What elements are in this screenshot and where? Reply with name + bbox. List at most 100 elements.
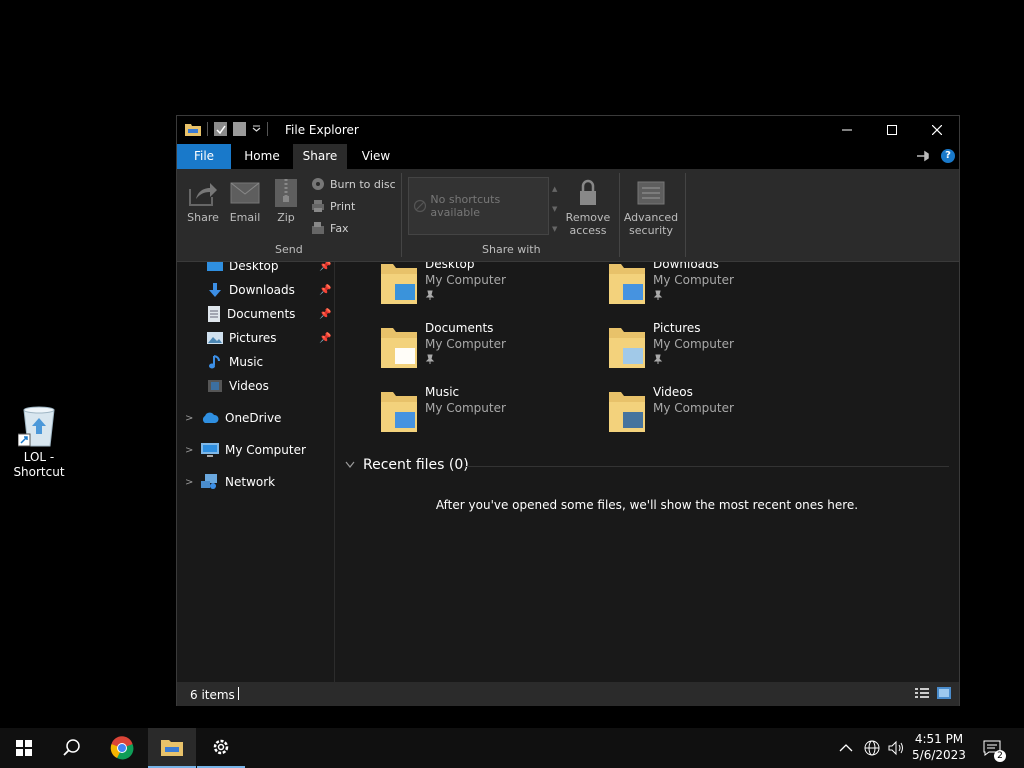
video-icon — [208, 380, 222, 392]
properties-icon[interactable] — [214, 122, 227, 136]
nav-item-documents[interactable]: Documents 📌 — [207, 303, 331, 325]
share-with-scroll[interactable]: ▲ ▼ ▼ — [552, 179, 557, 239]
burn-label: Burn to disc — [330, 177, 396, 191]
nav-item-onedrive[interactable]: > OneDrive — [185, 407, 281, 429]
recent-files-title: Recent files (0) — [363, 457, 469, 473]
nav-label: Downloads — [229, 283, 295, 297]
desktop-shortcut-label: LOL - Shortcut — [13, 450, 65, 479]
nav-item-downloads[interactable]: Downloads 📌 — [207, 279, 331, 301]
details-view-icon[interactable] — [915, 687, 929, 699]
nav-item-desktop[interactable]: Desktop 📌 — [207, 262, 331, 277]
folder-icon — [609, 328, 645, 368]
folder-location: My Computer — [425, 401, 506, 415]
quick-access-toolbar — [185, 122, 268, 136]
nav-label: Pictures — [229, 331, 277, 345]
taskbar-file-explorer[interactable] — [148, 728, 196, 768]
print-button[interactable]: Print — [311, 199, 355, 213]
action-center-button[interactable] — [970, 728, 1014, 768]
taskbar-settings[interactable] — [197, 728, 245, 768]
clock[interactable]: 4:51 PM 5/6/2023 — [908, 731, 970, 763]
pin-icon — [425, 290, 435, 300]
folder-tile[interactable]: Music My Computer — [379, 385, 599, 448]
folder-location: My Computer — [425, 273, 506, 287]
desktop-shortcut-lol[interactable]: LOL - Shortcut — [8, 404, 70, 480]
file-explorer-window: File Explorer File Home Share View ? Sha… — [176, 115, 960, 706]
taskbar-chrome[interactable] — [98, 728, 146, 768]
music-note-icon — [209, 355, 220, 369]
close-icon — [932, 125, 942, 135]
onedrive-cloud-icon — [202, 412, 219, 423]
folder-tile[interactable]: Videos My Computer — [607, 385, 827, 448]
pin-icon — [653, 290, 663, 300]
gear-icon — [213, 739, 229, 755]
search-button[interactable] — [48, 728, 96, 768]
email-button[interactable]: Email — [229, 175, 261, 224]
share-with-group-label: Share with — [482, 243, 541, 256]
content-pane: Desktop My Computer Downloads My Computer Do… — [335, 262, 959, 682]
chrome-icon — [110, 736, 134, 760]
maximize-icon — [887, 125, 897, 135]
clock-time: 4:51 PM — [914, 732, 964, 746]
nav-item-network[interactable]: > Network — [185, 471, 275, 493]
help-icon[interactable]: ? — [941, 149, 955, 163]
pin-ribbon-icon[interactable] — [917, 149, 931, 163]
nav-item-music[interactable]: Music — [207, 351, 263, 373]
share-with-list[interactable]: No shortcuts available — [408, 177, 549, 235]
nav-label: Documents — [227, 307, 296, 321]
chevron-down-icon[interactable] — [252, 125, 261, 134]
tab-home[interactable]: Home — [237, 144, 287, 169]
folder-name: Downloads — [653, 262, 719, 271]
pin-icon: 📌 — [319, 308, 332, 320]
minimize-button[interactable] — [824, 116, 870, 144]
chevron-right-icon[interactable]: > — [185, 445, 195, 456]
chevron-right-icon[interactable]: > — [185, 477, 195, 488]
large-icons-view-icon[interactable] — [937, 687, 951, 699]
globe-network-icon[interactable] — [864, 740, 880, 756]
start-button[interactable] — [0, 728, 48, 768]
download-arrow-icon — [209, 283, 221, 297]
volume-icon[interactable] — [888, 740, 904, 756]
pin-icon: 📌 — [319, 332, 332, 344]
title-bar: File Explorer — [177, 116, 959, 144]
new-folder-icon[interactable] — [233, 122, 246, 136]
share-icon — [189, 183, 217, 206]
share-button[interactable]: Share — [187, 175, 219, 224]
fax-icon — [312, 222, 324, 234]
nav-label: Music — [229, 355, 264, 369]
tab-view[interactable]: View — [353, 144, 399, 169]
close-button[interactable] — [914, 116, 960, 144]
folder-icon — [381, 328, 417, 368]
maximize-button[interactable] — [869, 116, 915, 144]
nav-item-videos[interactable]: Videos — [207, 375, 269, 397]
fax-button[interactable]: Fax — [311, 221, 349, 235]
chevron-right-icon[interactable]: > — [185, 413, 195, 424]
folder-location: My Computer — [653, 337, 734, 351]
folder-name: Desktop — [425, 262, 475, 271]
ribbon-tabs: File Home Share View ? — [177, 144, 959, 169]
nav-item-my-computer[interactable]: > My Computer — [185, 439, 306, 461]
folder-tile[interactable]: Downloads My Computer — [607, 262, 827, 320]
search-icon — [63, 739, 80, 756]
folder-name: Music — [425, 385, 460, 399]
tab-share[interactable]: Share — [293, 144, 347, 169]
zip-button[interactable]: Zip — [273, 175, 299, 224]
folder-tile[interactable]: Pictures My Computer — [607, 321, 827, 384]
advanced-security-button[interactable]: Advanced security — [623, 175, 679, 237]
folder-tile[interactable]: Desktop My Computer — [379, 262, 599, 320]
remove-access-button[interactable]: Remove access — [565, 175, 611, 237]
burn-to-disc-button[interactable]: Burn to disc — [311, 177, 396, 191]
notification-count-badge: 2 — [994, 750, 1006, 762]
folder-location: My Computer — [653, 401, 734, 415]
print-label: Print — [330, 199, 356, 213]
nav-item-pictures[interactable]: Pictures 📌 — [207, 327, 331, 349]
pin-icon: 📌 — [319, 262, 332, 272]
folder-tile[interactable]: Documents My Computer — [379, 321, 599, 384]
status-separator — [238, 687, 239, 700]
recent-files-header[interactable]: Recent files (0) — [345, 457, 469, 473]
nav-label: My Computer — [225, 443, 306, 457]
folder-location: My Computer — [653, 273, 734, 287]
tab-file[interactable]: File — [177, 144, 231, 169]
chevron-up-icon[interactable] — [838, 743, 854, 753]
ribbon-separator — [685, 173, 686, 257]
no-entry-icon — [413, 199, 427, 213]
